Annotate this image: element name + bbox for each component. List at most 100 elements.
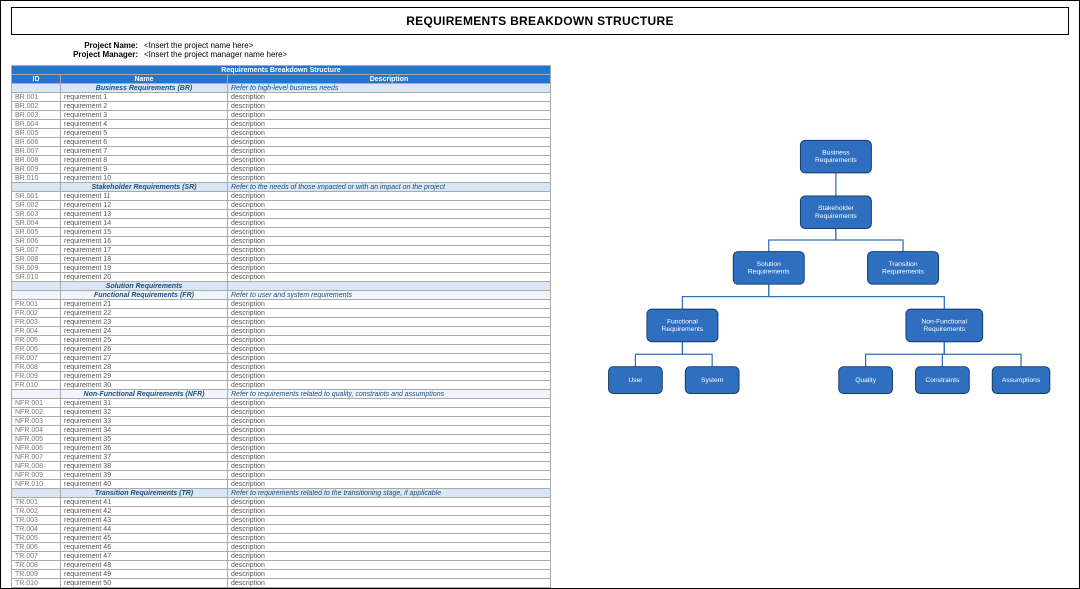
svg-text:Non-Functional: Non-Functional <box>922 318 968 325</box>
table-row: NFR.009requirement 39description <box>12 471 551 480</box>
rbs-diagram: BusinessRequirementsStakeholderRequireme… <box>551 65 1069 588</box>
table-row: BR.003requirement 3description <box>12 111 551 120</box>
diagram-node-sol: SolutionRequirements <box>733 252 804 285</box>
col-id: ID <box>12 75 61 84</box>
svg-text:Requirements: Requirements <box>815 157 857 164</box>
table-row: NFR.002requirement 32description <box>12 408 551 417</box>
svg-text:User: User <box>628 377 643 384</box>
section-title: Transition Requirements (TR) <box>61 489 228 498</box>
table-row: NFR.006requirement 36description <box>12 444 551 453</box>
table-row: TR.006requirement 46description <box>12 543 551 552</box>
section-title: Solution Requirements <box>61 282 228 291</box>
table-row: NFR.001requirement 31description <box>12 399 551 408</box>
svg-text:Requirements: Requirements <box>882 268 924 275</box>
table-row: BR.006requirement 6description <box>12 138 551 147</box>
section-title: Non-Functional Requirements (NFR) <box>61 390 228 399</box>
table-row: TR.007requirement 47description <box>12 552 551 561</box>
table-row: SR.007requirement 17description <box>12 246 551 255</box>
table-row: BR.008requirement 8description <box>12 156 551 165</box>
table-row: BR.009requirement 9description <box>12 165 551 174</box>
section-desc: Refer to high-level business needs <box>228 84 551 93</box>
diagram-node-user: User <box>609 367 663 394</box>
diagram-node-br: BusinessRequirements <box>800 140 871 173</box>
table-row: FR.003requirement 23description <box>12 318 551 327</box>
diagram-node-con: Constraints <box>916 367 970 394</box>
svg-text:Stakeholder: Stakeholder <box>818 205 855 212</box>
table-row: BR.004requirement 4description <box>12 120 551 129</box>
table-row: BR.010requirement 10description <box>12 174 551 183</box>
table-row: FR.009requirement 29description <box>12 372 551 381</box>
svg-text:Requirements: Requirements <box>748 268 790 275</box>
svg-text:Requirements: Requirements <box>815 213 857 220</box>
table-row: TR.005requirement 45description <box>12 534 551 543</box>
diagram-node-tr: TransitionRequirements <box>868 252 939 285</box>
svg-text:Assumptions: Assumptions <box>1002 377 1041 384</box>
table-row: SR.010requirement 20description <box>12 273 551 282</box>
table-row: SR.006requirement 16description <box>12 237 551 246</box>
table-row: FR.004requirement 24description <box>12 327 551 336</box>
svg-text:Solution: Solution <box>757 261 781 268</box>
table-row: FR.005requirement 25description <box>12 336 551 345</box>
table-row: SR.004requirement 14description <box>12 219 551 228</box>
section-title: Functional Requirements (FR) <box>61 291 228 300</box>
section-desc: Refer to requirements related to the tra… <box>228 489 551 498</box>
table-row: SR.008requirement 18description <box>12 255 551 264</box>
pm-label: Project Manager: <box>11 50 144 59</box>
table-row: BR.002requirement 2description <box>12 102 551 111</box>
project-name-label: Project Name: <box>11 41 144 50</box>
section-title: Stakeholder Requirements (SR) <box>61 183 228 192</box>
page-title: REQUIREMENTS BREAKDOWN STRUCTURE <box>406 14 674 28</box>
section-desc: Refer to user and system requirements <box>228 291 551 300</box>
col-desc: Description <box>228 75 551 84</box>
table-row: SR.002requirement 12description <box>12 201 551 210</box>
svg-text:Requirements: Requirements <box>662 326 704 333</box>
table-row: TR.010requirement 50description <box>12 579 551 588</box>
section-desc: Refer to the needs of those impacted or … <box>228 183 551 192</box>
table-row: TR.008requirement 48description <box>12 561 551 570</box>
table-row: NFR.005requirement 35description <box>12 435 551 444</box>
table-row: TR.002requirement 42description <box>12 507 551 516</box>
table-row: BR.005requirement 5description <box>12 129 551 138</box>
svg-text:Transition: Transition <box>888 261 917 268</box>
meta-block: Project Name: <Insert the project name h… <box>11 41 1069 59</box>
title-box: REQUIREMENTS BREAKDOWN STRUCTURE <box>11 7 1069 35</box>
diagram-node-asm: Assumptions <box>992 367 1050 394</box>
table-row: FR.001requirement 21description <box>12 300 551 309</box>
table-row: TR.001requirement 41description <box>12 498 551 507</box>
table-row: SR.001requirement 11description <box>12 192 551 201</box>
svg-text:Constraints: Constraints <box>925 377 960 384</box>
table-row: BR.007requirement 7description <box>12 147 551 156</box>
col-name: Name <box>61 75 228 84</box>
project-name-value[interactable]: <Insert the project name here> <box>144 41 253 50</box>
svg-text:Functional: Functional <box>667 318 698 325</box>
table-row: NFR.007requirement 37description <box>12 453 551 462</box>
pm-value[interactable]: <Insert the project manager name here> <box>144 50 287 59</box>
svg-text:Requirements: Requirements <box>923 326 965 333</box>
diagram-node-nfr: Non-FunctionalRequirements <box>906 309 983 342</box>
table-row: TR.004requirement 44description <box>12 525 551 534</box>
table-row: FR.010requirement 30description <box>12 381 551 390</box>
svg-text:Business: Business <box>822 150 850 157</box>
table-row: SR.009requirement 19description <box>12 264 551 273</box>
svg-text:System: System <box>701 377 724 384</box>
table-row: FR.007requirement 27description <box>12 354 551 363</box>
section-desc: Refer to requirements related to quality… <box>228 390 551 399</box>
rbs-table: Requirements Breakdown StructureIDNameDe… <box>11 65 551 588</box>
table-row: BR.001requirement 1description <box>12 93 551 102</box>
table-banner: Requirements Breakdown Structure <box>12 66 551 75</box>
table-row: TR.009requirement 49description <box>12 570 551 579</box>
table-row: TR.003requirement 43description <box>12 516 551 525</box>
diagram-node-qual: Quality <box>839 367 893 394</box>
diagram-node-fr: FunctionalRequirements <box>647 309 718 342</box>
table-row: SR.003requirement 13description <box>12 210 551 219</box>
diagram-node-sys: System <box>685 367 739 394</box>
table-row: FR.002requirement 22description <box>12 309 551 318</box>
svg-text:Quality: Quality <box>855 377 877 384</box>
table-row: NFR.008requirement 38description <box>12 462 551 471</box>
table-row: SR.005requirement 15description <box>12 228 551 237</box>
diagram-node-sh: StakeholderRequirements <box>800 196 871 229</box>
table-row: FR.006requirement 26description <box>12 345 551 354</box>
table-row: NFR.004requirement 34description <box>12 426 551 435</box>
table-row: NFR.003requirement 33description <box>12 417 551 426</box>
section-title: Business Requirements (BR) <box>61 84 228 93</box>
